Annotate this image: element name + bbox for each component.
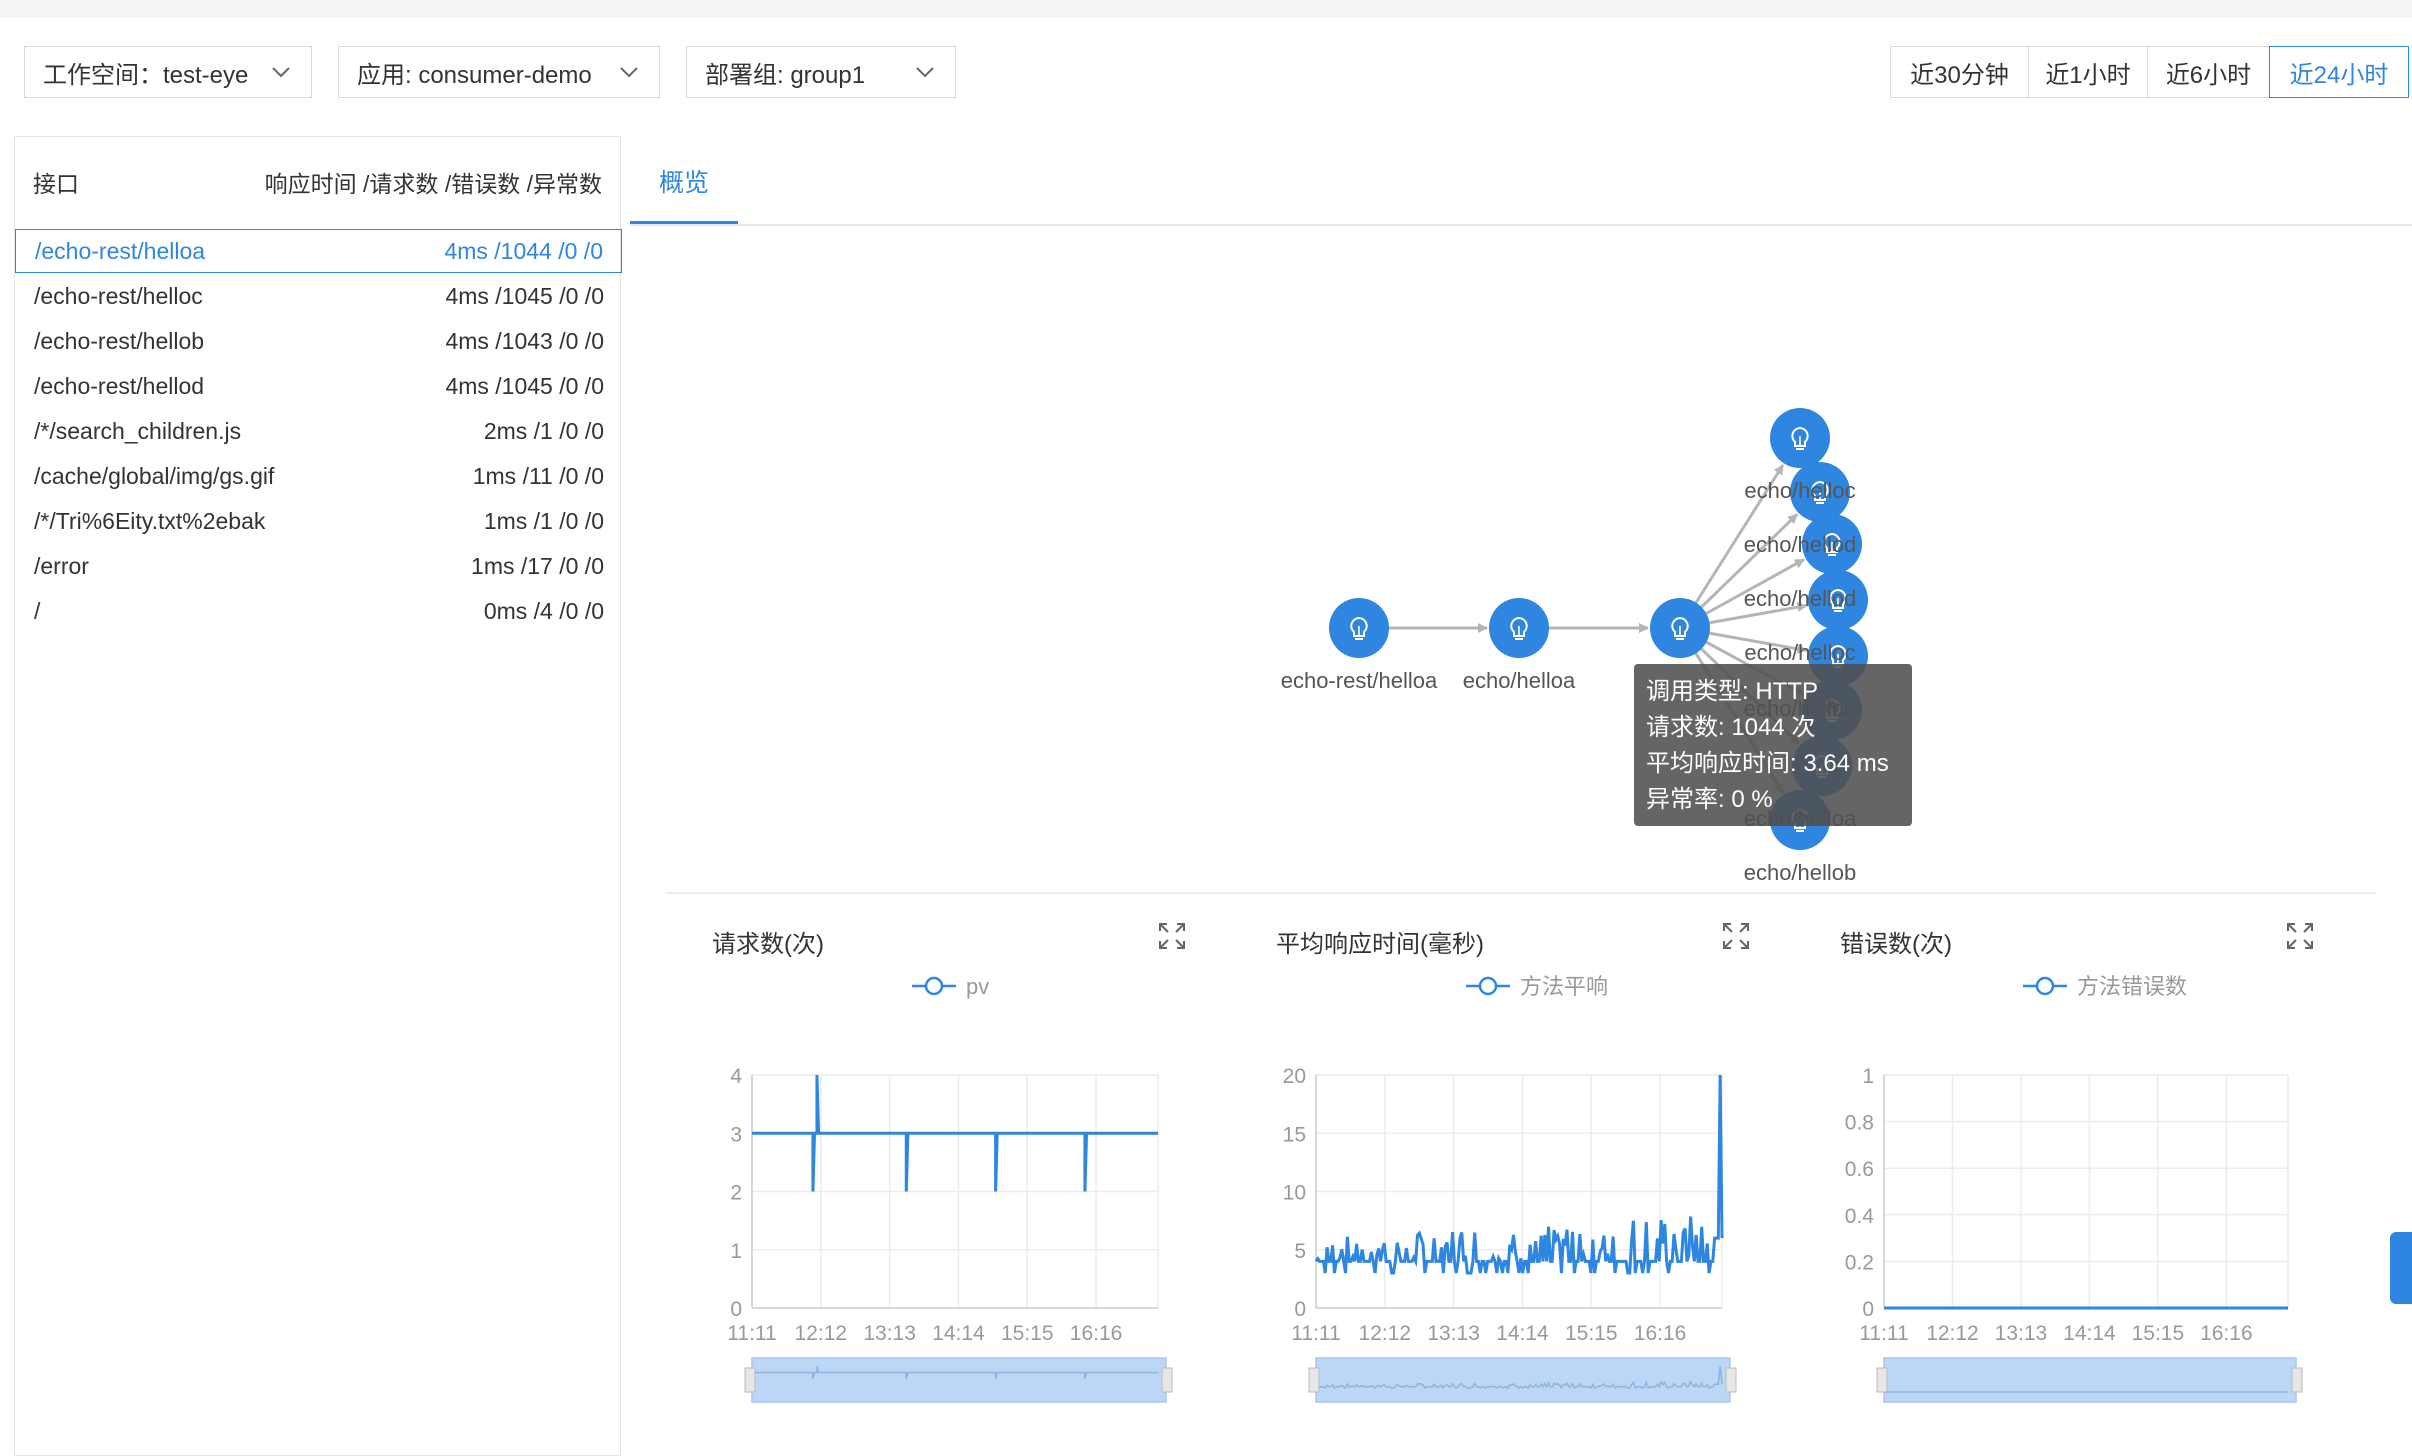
y-tick-label: 0: [1862, 1298, 1874, 1321]
legend-label: 方法错误数: [2077, 974, 2187, 999]
x-tick-label: 12:12: [1359, 1322, 1412, 1345]
x-tick-label: 15:15: [1565, 1322, 1618, 1345]
legend-marker: [1478, 976, 1498, 996]
line-chart: 方法错误数 0 0.2 0.4 0.6 0.8 1 11:11 12:12 13:13 14:14 1…: [1845, 974, 2303, 1403]
x-tick-label: 16:16: [2200, 1322, 2253, 1345]
x-tick-label: 16:16: [1634, 1322, 1687, 1345]
y-tick-label: 4: [730, 1065, 742, 1088]
x-tick-label: 13:13: [1995, 1322, 2048, 1345]
zoom-slider: [751, 1357, 1167, 1403]
y-tick-label: 5: [1294, 1240, 1306, 1263]
x-tick-label: 15:15: [1001, 1322, 1054, 1345]
line-chart: 方法平响 0 5 10 15 20 11:11 12:12 13:13 14:14 15:15 16:…: [1283, 974, 1737, 1403]
zoom-handle-right: [1725, 1367, 1737, 1393]
zoom-handle-right: [2291, 1367, 2303, 1393]
feedback-tab[interactable]: [2390, 1232, 2412, 1304]
zoom-handle-left: [744, 1367, 756, 1393]
y-tick-label: 0.6: [1845, 1158, 1874, 1181]
legend-label: pv: [966, 974, 989, 999]
x-tick-label: 12:12: [1926, 1322, 1979, 1345]
legend-marker: [924, 976, 944, 996]
x-tick-label: 16:16: [1070, 1322, 1123, 1345]
y-tick-label: 0.2: [1845, 1251, 1874, 1274]
x-tick-label: 14:14: [932, 1322, 985, 1345]
x-tick-label: 11:11: [1291, 1322, 1340, 1345]
y-tick-label: 0.8: [1845, 1112, 1874, 1135]
y-tick-label: 20: [1283, 1065, 1306, 1088]
chart-legend: pv: [912, 974, 989, 999]
zoom-slider: [1883, 1357, 2297, 1403]
legend-label: 方法平响: [1520, 974, 1608, 999]
series-line: [752, 1074, 1158, 1192]
x-tick-label: 13:13: [1427, 1322, 1480, 1345]
x-tick-label: 11:11: [727, 1322, 776, 1345]
y-tick-label: 0: [730, 1298, 742, 1321]
y-tick-label: 0.4: [1845, 1205, 1875, 1228]
y-tick-label: 2: [730, 1182, 742, 1205]
x-tick-label: 13:13: [863, 1322, 916, 1345]
line-chart: pv 0 1 2 3 4 11:11 12:12 13:13 14:14 15:15 16:16: [727, 974, 1173, 1403]
zoom-handle-left: [1308, 1367, 1320, 1393]
zoom-slider: [1315, 1357, 1731, 1403]
x-tick-label: 11:11: [1859, 1322, 1908, 1345]
y-tick-label: 15: [1283, 1123, 1306, 1146]
y-tick-label: 10: [1283, 1182, 1306, 1205]
legend-marker: [2035, 976, 2055, 996]
x-tick-label: 14:14: [2063, 1322, 2116, 1345]
x-tick-label: 15:15: [2132, 1322, 2185, 1345]
x-tick-label: 12:12: [795, 1322, 848, 1345]
y-tick-label: 1: [730, 1240, 742, 1263]
y-tick-label: 0: [1294, 1298, 1306, 1321]
time-range-24h[interactable]: 近24小时: [2269, 46, 2409, 98]
charts-area: pv0123411:11 12:12 13:13 14:14 15:15 16:16方法平…: [727, 974, 2303, 1403]
x-tick-label: 14:14: [1496, 1322, 1549, 1345]
chart-legend: 方法错误数: [2023, 974, 2187, 999]
zoom-handle-left: [1876, 1367, 1888, 1393]
y-tick-label: 1: [1862, 1065, 1874, 1088]
y-tick-label: 3: [730, 1123, 742, 1146]
chart-legend: 方法平响: [1466, 974, 1608, 999]
series-line: [1314, 1074, 1724, 1275]
zoom-handle-right: [1161, 1367, 1173, 1393]
